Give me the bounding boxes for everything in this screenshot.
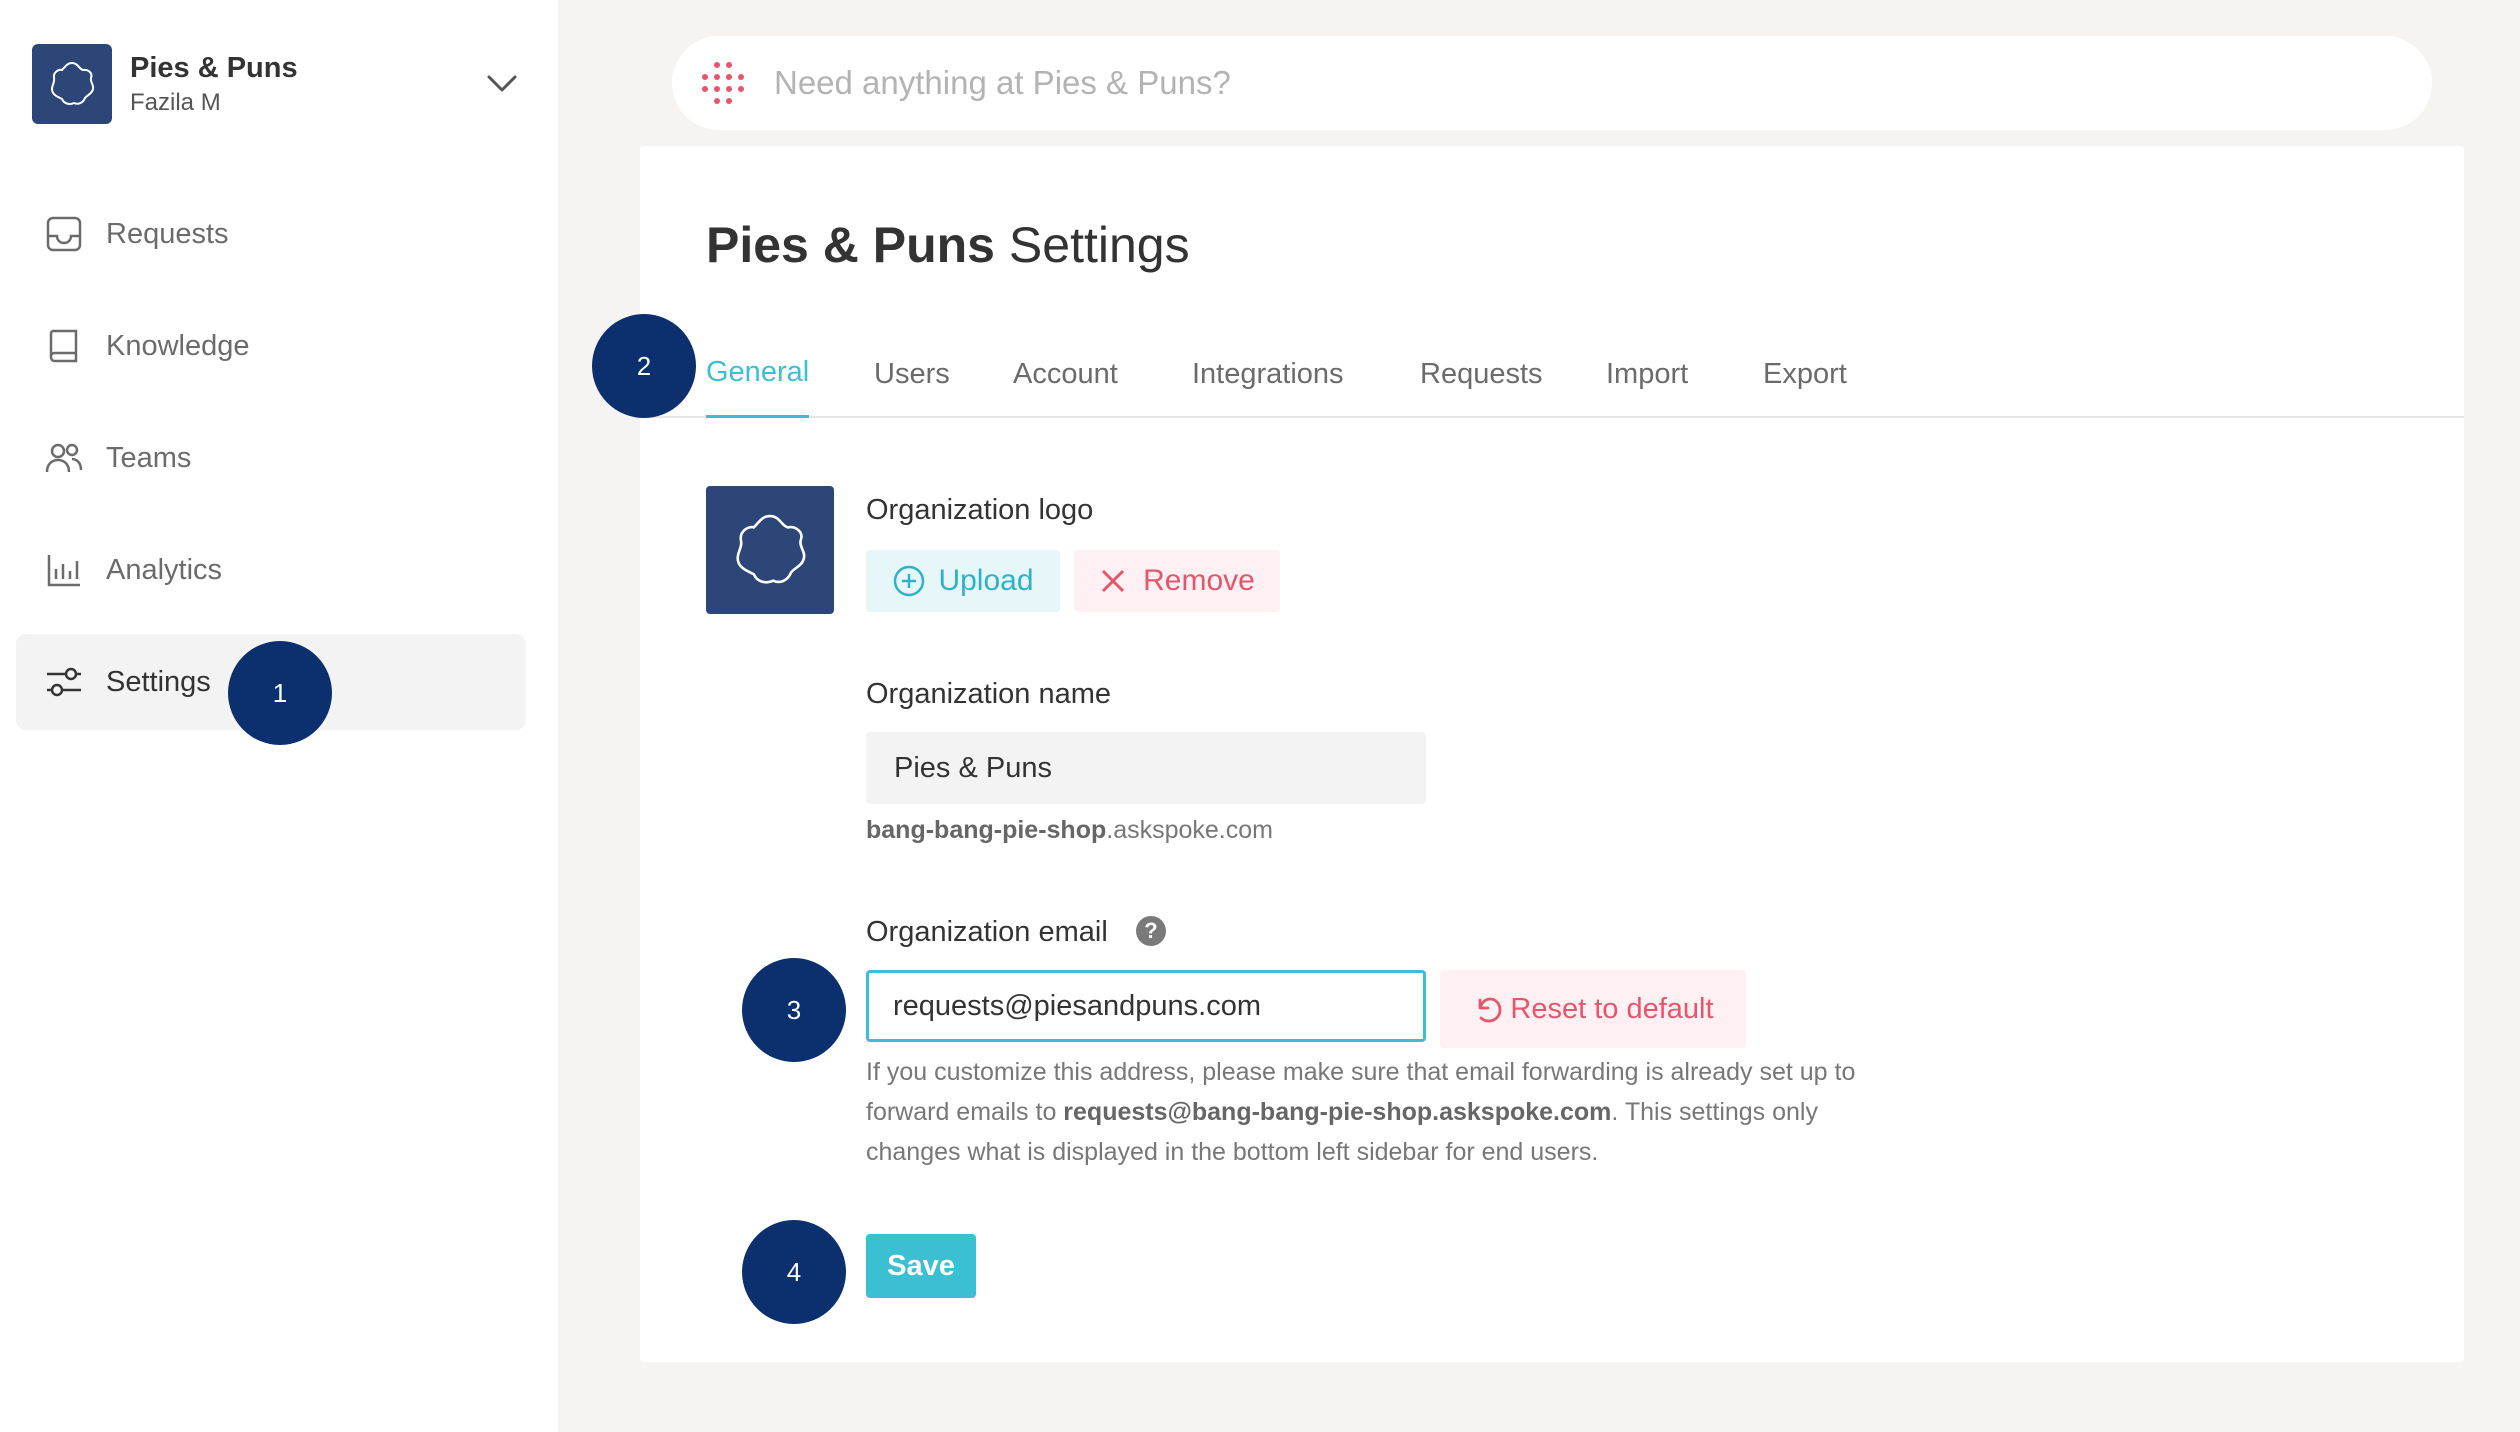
subdomain-text: bang-bang-pie-shop.askspoke.com <box>866 816 1273 845</box>
page-title-org: Pies & Puns <box>706 217 995 273</box>
sidebar-item-label: Settings <box>106 665 211 698</box>
upload-label: Upload <box>938 564 1034 597</box>
close-icon <box>1102 569 1125 593</box>
plus-circle-icon <box>894 565 925 597</box>
org-logo <box>32 44 112 124</box>
step-marker-2: 2 <box>592 314 696 418</box>
save-label: Save <box>887 1249 955 1282</box>
sidebar-item-knowledge[interactable]: Knowledge <box>16 298 526 394</box>
settings-tabs: General Users Account Integrations Reque… <box>640 330 2464 418</box>
sidebar-item-label: Teams <box>106 441 192 474</box>
sidebar-item-teams[interactable]: Teams <box>16 410 526 506</box>
save-button[interactable]: Save <box>866 1234 976 1298</box>
chevron-down-icon[interactable] <box>482 64 522 104</box>
organization-name-input[interactable] <box>866 732 1426 804</box>
subdomain-suffix: .askspoke.com <box>1106 816 1273 844</box>
book-icon <box>44 326 84 366</box>
flower-logo-icon <box>736 514 806 584</box>
sidebar-item-label: Knowledge <box>106 329 250 362</box>
step-marker-4: 4 <box>742 1220 846 1324</box>
subdomain-bold: bang-bang-pie-shop <box>866 816 1107 844</box>
tab-users[interactable]: Users <box>874 330 950 418</box>
tab-import[interactable]: Import <box>1606 330 1688 418</box>
sidebar-item-label: Requests <box>106 217 229 250</box>
undo-icon <box>1479 997 1502 1023</box>
settings-card: Pies & Puns Settings General Users Accou… <box>640 146 2464 1362</box>
search-bar[interactable] <box>672 36 2432 130</box>
help-icon[interactable]: ? <box>1136 916 1166 946</box>
logo-label: Organization logo <box>866 494 1094 526</box>
bar-chart-icon <box>44 550 84 590</box>
step-marker-3: 3 <box>742 958 846 1062</box>
inbox-icon <box>44 214 84 254</box>
remove-label: Remove <box>1143 564 1255 597</box>
upload-button[interactable]: Upload <box>866 550 1060 612</box>
org-switcher[interactable]: Pies & Puns Fazila M <box>32 44 522 124</box>
name-label: Organization name <box>866 678 1112 710</box>
tab-integrations[interactable]: Integrations <box>1192 330 1344 418</box>
organization-email-input[interactable] <box>866 970 1426 1042</box>
step-marker-1: 1 <box>228 641 332 745</box>
organization-logo-preview <box>706 486 834 614</box>
dots-grid-icon <box>696 56 750 110</box>
search-input[interactable] <box>774 64 2274 102</box>
reset-to-default-button[interactable]: Reset to default <box>1440 970 1746 1048</box>
users-icon <box>44 438 84 478</box>
sliders-icon <box>44 662 84 702</box>
tab-general[interactable]: General <box>706 330 810 418</box>
tab-account[interactable]: Account <box>1013 330 1118 418</box>
page-title: Pies & Puns Settings <box>706 216 1190 274</box>
hint-email: requests@bang-bang-pie-shop.askspoke.com <box>1063 1098 1612 1126</box>
tab-requests[interactable]: Requests <box>1420 330 1543 418</box>
tab-export[interactable]: Export <box>1763 330 1847 418</box>
org-name: Pies & Puns <box>130 51 298 84</box>
sidebar-item-analytics[interactable]: Analytics <box>16 522 526 618</box>
sidebar-item-requests[interactable]: Requests <box>16 186 526 282</box>
email-label: Organization email <box>866 916 1108 948</box>
page-title-suffix: Settings <box>1008 217 1190 273</box>
org-user: Fazila M <box>130 89 221 117</box>
sidebar-item-label: Analytics <box>106 553 223 586</box>
flower-logo-icon <box>50 61 95 105</box>
reset-label: Reset to default <box>1510 992 1714 1025</box>
remove-button[interactable]: Remove <box>1074 550 1280 612</box>
email-hint: If you customize this address, please ma… <box>866 1052 1856 1172</box>
